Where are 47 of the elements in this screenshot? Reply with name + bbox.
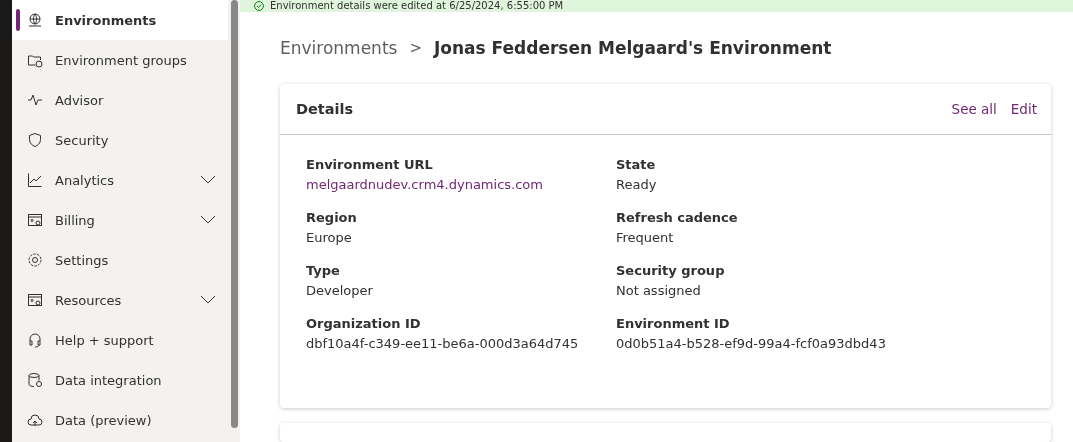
sidebar-item[interactable]: Analytics: [12, 160, 228, 200]
field-value: Europe: [306, 229, 353, 245]
field-label: Environment URL: [306, 156, 434, 172]
field-value: 0d0b51a4-b528-ef9d-99a4-fcf0a93dbd43: [616, 335, 887, 351]
sidebar-item[interactable]: Settings: [12, 240, 228, 280]
field-label: Environment ID: [616, 315, 731, 331]
field-value: Frequent: [616, 229, 675, 245]
cloud-icon: [27, 412, 43, 428]
window-gear-icon: [27, 292, 43, 308]
scrollbar-thumb[interactable]: [230, 0, 238, 428]
sidebar-item[interactable]: Environments: [12, 0, 228, 40]
field-label: Security group: [616, 262, 726, 278]
shield-icon: [27, 132, 43, 148]
field-label: State: [616, 156, 657, 172]
sidebar-item[interactable]: Billing: [12, 200, 228, 240]
card-title: Details: [296, 100, 355, 117]
field-value: Developer: [306, 282, 374, 298]
window-gear-icon: [27, 212, 43, 228]
banner-message: Environment details were edited at 6/25/2024, 6:55:00 PM: [270, 0, 564, 12]
field-value: Not assigned: [616, 282, 702, 298]
field-value: Ready: [616, 176, 658, 192]
card-action-link[interactable]: See all: [951, 100, 997, 117]
breadcrumb-separator: >: [409, 39, 422, 58]
settings-icon: [27, 252, 43, 268]
url-link[interactable]: melgaardnudev.crm4.dynamics.com: [306, 176, 616, 192]
sidebar-item[interactable]: Environment groups: [12, 40, 228, 80]
sidebar-item[interactable]: Help + support: [12, 320, 228, 360]
headset-icon: [27, 332, 43, 348]
sidebar-item[interactable]: Data (preview): [12, 400, 228, 440]
field-label: Organization ID: [306, 315, 422, 331]
breadcrumb-link[interactable]: Environments: [280, 38, 398, 59]
database-icon: [27, 372, 43, 388]
field-label: Refresh cadence: [616, 209, 739, 225]
sidebar-item[interactable]: Data integration: [12, 360, 228, 400]
sidebar-item[interactable]: Resources: [12, 280, 228, 320]
pulse-icon: [27, 92, 43, 108]
globe-icon: [27, 12, 43, 28]
field-label: Region: [306, 209, 358, 225]
field-label: Type: [306, 262, 341, 278]
sidebar-item[interactable]: Advisor: [12, 80, 228, 120]
folder-icon: [27, 52, 43, 68]
page-title: Jonas Feddersen Melgaard's Environment: [434, 38, 832, 59]
card-action-link[interactable]: Edit: [1010, 100, 1037, 117]
checkmark-circle-icon: [254, 0, 264, 11]
chart-icon: [27, 172, 43, 188]
field-value: dbf10a4f-c349-ee11-be6a-000d3a64d745: [306, 335, 580, 351]
sidebar-item[interactable]: Security: [12, 120, 228, 160]
